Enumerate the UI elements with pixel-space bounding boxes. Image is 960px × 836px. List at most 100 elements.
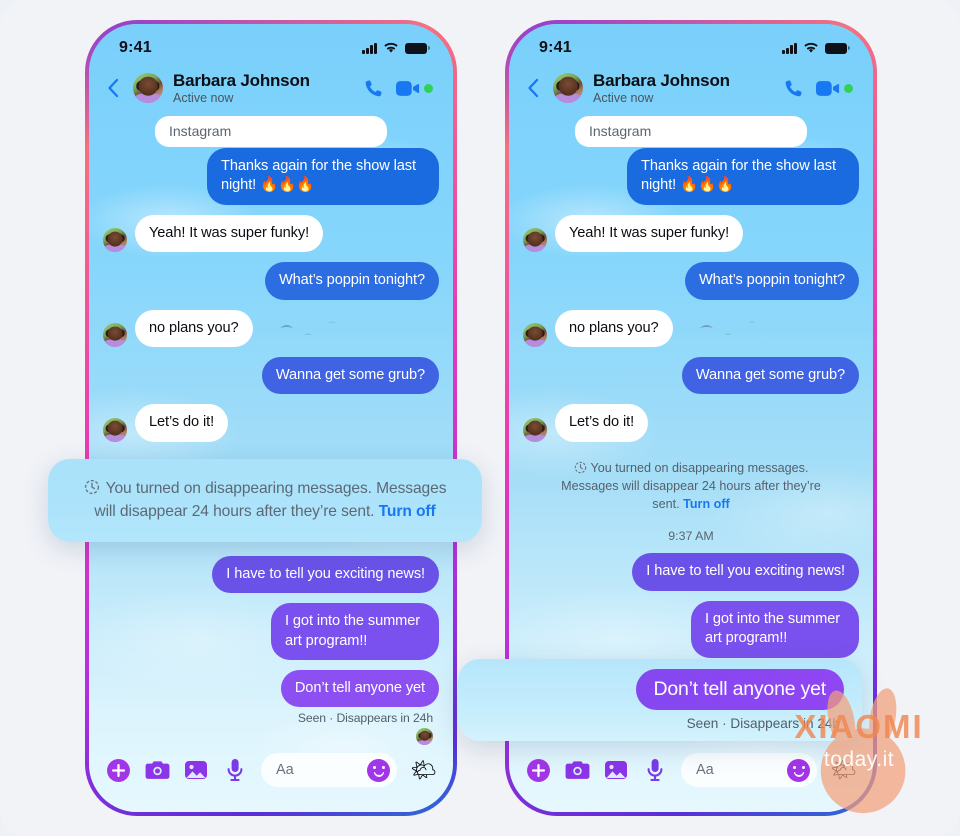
left-phone-callout: You turned on disappearing messages. Mes… bbox=[48, 459, 482, 542]
message-timestamp: 9:37 AM bbox=[668, 529, 714, 544]
message-row: I got into the summer art program!! bbox=[103, 603, 439, 661]
message-input-placeholder: Aa bbox=[276, 762, 294, 778]
message-input-placeholder: Aa bbox=[696, 762, 714, 778]
message-bubble-outgoing[interactable]: Thanks again for the show last night! 🔥🔥… bbox=[627, 148, 859, 205]
message-row: What’s poppin tonight? bbox=[103, 262, 439, 300]
message-bubble-outgoing[interactable]: Don’t tell anyone yet bbox=[280, 670, 439, 708]
message-row: Wanna get some grub? bbox=[523, 357, 859, 395]
message-bubble-incoming[interactable]: Yeah! It was super funky! bbox=[555, 214, 744, 253]
message-bubble-incoming[interactable]: no plans you? bbox=[135, 309, 253, 348]
contact-info[interactable]: Barbara Johnson Active now bbox=[593, 71, 773, 105]
sender-avatar bbox=[523, 323, 547, 348]
emoji-smiley-icon[interactable] bbox=[367, 758, 391, 782]
seen-status-text: Seen · Disappears in 24h bbox=[297, 711, 433, 726]
message-bubble-outgoing[interactable]: What’s poppin tonight? bbox=[264, 262, 439, 300]
disappearing-timer-icon bbox=[84, 479, 99, 495]
back-chevron-icon[interactable] bbox=[523, 74, 543, 102]
message-row: I have to tell you exciting news! bbox=[523, 553, 859, 591]
message-input[interactable]: Aa bbox=[261, 753, 398, 787]
message-row: no plans you? bbox=[103, 309, 439, 348]
header-actions bbox=[783, 78, 853, 99]
message-row: no plans you? bbox=[523, 309, 859, 348]
signal-bars-icon bbox=[362, 42, 377, 54]
status-bar: 9:41 bbox=[509, 24, 873, 66]
message-composer: Aa 🌤 bbox=[89, 740, 453, 812]
phone-call-icon[interactable] bbox=[783, 78, 804, 99]
contact-status: Active now bbox=[593, 91, 654, 106]
camera-icon[interactable] bbox=[144, 757, 170, 783]
phone-call-icon[interactable] bbox=[363, 78, 384, 99]
turn-off-link[interactable]: Turn off bbox=[683, 497, 730, 511]
message-input[interactable]: Aa bbox=[681, 753, 818, 787]
microphone-icon[interactable] bbox=[222, 757, 248, 783]
message-row: Yeah! It was super funky! bbox=[523, 214, 859, 253]
message-bubble-outgoing[interactable]: I got into the summer art program!! bbox=[271, 603, 439, 661]
message-row: What’s poppin tonight? bbox=[523, 262, 859, 300]
microphone-icon[interactable] bbox=[642, 757, 668, 783]
weather-sticker-icon[interactable]: 🌤 bbox=[410, 760, 437, 781]
chat-header: Barbara Johnson Active now bbox=[509, 66, 873, 118]
callout-line-2: will disappear 24 hours after they’re se… bbox=[94, 502, 375, 520]
message-bubble-incoming[interactable]: Let’s do it! bbox=[135, 404, 229, 442]
callout-notice-text: You turned on disappearing messages. Mes… bbox=[84, 478, 447, 523]
message-bubble-outgoing[interactable]: What’s poppin tonight? bbox=[684, 262, 859, 300]
message-bubble-outgoing[interactable]: I have to tell you exciting news! bbox=[212, 555, 439, 594]
message-row: Let’s do it! bbox=[523, 404, 859, 442]
active-green-dot bbox=[424, 83, 433, 93]
status-bar: 9:41 bbox=[89, 24, 453, 66]
contact-name: Barbara Johnson bbox=[173, 70, 310, 90]
message-row: I got into the summer art program!! bbox=[523, 600, 859, 658]
status-icons bbox=[362, 42, 430, 54]
right-phone-callout: Don’t tell anyone yet Seen · Disappears … bbox=[458, 659, 862, 741]
message-bubble-incoming[interactable]: Let’s do it! bbox=[555, 404, 649, 442]
sender-avatar bbox=[523, 417, 547, 442]
message-bubble-outgoing[interactable]: I have to tell you exciting news! bbox=[632, 553, 859, 591]
message-bubble-outgoing[interactable]: Wanna get some grub? bbox=[261, 357, 439, 395]
sender-avatar bbox=[103, 323, 127, 348]
left-phone-screen: 9:41 Barbara Johnson Active now Instagra… bbox=[89, 24, 453, 812]
contact-avatar[interactable] bbox=[553, 73, 583, 103]
wifi-icon bbox=[384, 42, 398, 53]
battery-full-icon bbox=[825, 42, 850, 54]
message-bubble-incoming[interactable]: no plans you? bbox=[555, 309, 673, 348]
contact-status: Active now bbox=[173, 91, 234, 106]
camera-icon[interactable] bbox=[564, 757, 590, 783]
message-bubble-outgoing[interactable]: Wanna get some grub? bbox=[681, 357, 859, 395]
back-chevron-icon[interactable] bbox=[103, 74, 123, 102]
sender-avatar bbox=[103, 228, 127, 253]
sender-avatar bbox=[523, 228, 547, 253]
plus-circle-icon[interactable] bbox=[105, 757, 131, 783]
message-thread: Thanks again for the show last night! 🔥🔥… bbox=[89, 148, 453, 746]
message-row: Wanna get some grub? bbox=[103, 357, 439, 395]
photo-gallery-icon[interactable] bbox=[183, 757, 209, 783]
callout-message-bubble[interactable]: Don’t tell anyone yet bbox=[635, 669, 844, 710]
link-preview-card[interactable]: Instagram bbox=[155, 116, 387, 147]
callout-seen-status: Seen · Disappears in 24h bbox=[686, 716, 840, 731]
link-preview-card[interactable]: Instagram bbox=[575, 116, 807, 147]
message-row: Thanks again for the show last night! 🔥🔥… bbox=[523, 148, 859, 205]
photo-gallery-icon[interactable] bbox=[603, 757, 629, 783]
video-camera-icon[interactable] bbox=[396, 80, 433, 97]
message-bubble-outgoing[interactable]: I got into the summer art program!! bbox=[691, 600, 859, 658]
message-row: Yeah! It was super funky! bbox=[103, 214, 439, 253]
message-bubble-incoming[interactable]: Yeah! It was super funky! bbox=[135, 214, 324, 253]
status-time: 9:41 bbox=[539, 39, 572, 56]
plus-circle-icon[interactable] bbox=[525, 757, 551, 783]
signal-bars-icon bbox=[782, 42, 797, 54]
active-green-dot bbox=[844, 83, 853, 93]
message-row: Let’s do it! bbox=[103, 404, 439, 442]
contact-avatar[interactable] bbox=[133, 73, 163, 103]
message-row: Don’t tell anyone yet bbox=[103, 670, 439, 708]
wifi-icon bbox=[804, 42, 818, 53]
weather-sticker-icon[interactable]: 🌤 bbox=[830, 760, 857, 781]
video-camera-icon[interactable] bbox=[816, 80, 853, 97]
callout-turn-off-link[interactable]: Turn off bbox=[379, 503, 436, 520]
message-thread: Thanks again for the show last night! 🔥🔥… bbox=[509, 148, 873, 723]
callout-line-1: You turned on disappearing messages. Mes… bbox=[105, 480, 447, 498]
message-composer: Aa 🌤 bbox=[509, 740, 873, 812]
disappearing-timer-icon bbox=[574, 461, 586, 474]
status-icons bbox=[782, 42, 850, 54]
message-bubble-outgoing[interactable]: Thanks again for the show last night! 🔥🔥… bbox=[207, 148, 439, 205]
emoji-smiley-icon[interactable] bbox=[787, 758, 811, 782]
contact-info[interactable]: Barbara Johnson Active now bbox=[173, 71, 353, 105]
